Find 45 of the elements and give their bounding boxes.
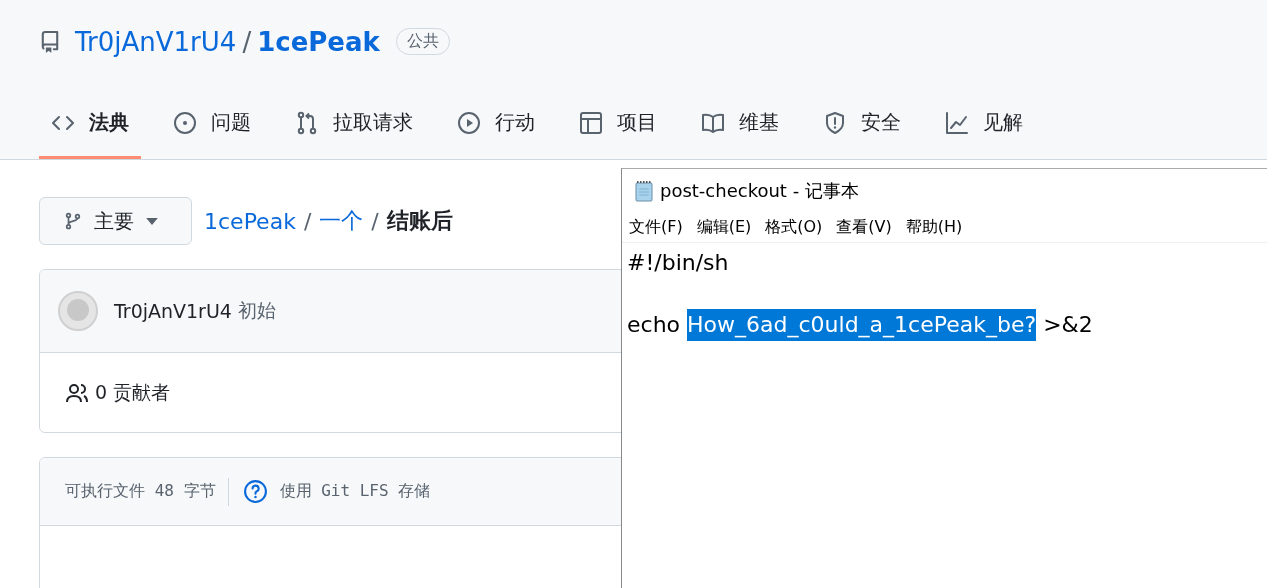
menu-item[interactable]: 文件(F) (629, 216, 683, 238)
lfs-note: 使用 Git LFS 存储 (279, 481, 431, 502)
menu-item[interactable]: 查看(V) (836, 216, 892, 238)
people-icon (65, 382, 89, 403)
path-separator: / (303, 208, 312, 234)
repo-tab[interactable]: 维基 (689, 89, 791, 159)
branch-icon (64, 212, 82, 230)
owner-link[interactable]: Tr0jAnV1rU4 (75, 26, 237, 57)
repo-tab[interactable]: 法典 (39, 89, 141, 159)
branch-button[interactable]: 主要 (39, 197, 192, 245)
file-name: 结账后 (386, 207, 453, 235)
repo-tab[interactable]: 拉取请求 (283, 89, 425, 159)
commit-author[interactable]: Tr0jAnV1rU4 (114, 300, 232, 322)
text-line: #!/bin/sh (627, 249, 729, 277)
path-separator: / (371, 208, 379, 234)
shield-icon (823, 110, 847, 135)
repo-tab[interactable]: 见解 (933, 89, 1035, 159)
circle-dot-icon (173, 110, 197, 135)
file-info: 可执行文件 48 字节 (65, 481, 216, 502)
avatar (58, 291, 98, 331)
selected-text: How_6ad_c0uld_a_1cePeak_be? (687, 309, 1037, 341)
repo-tab[interactable]: 行动 (445, 89, 547, 159)
play-icon (457, 110, 481, 135)
text-line: echo (627, 311, 681, 339)
table-icon (579, 110, 603, 135)
repo-icon (39, 30, 61, 53)
text-line: >&2 (1043, 311, 1093, 339)
menu-item[interactable]: 格式(O) (765, 216, 823, 238)
graph-icon (945, 110, 969, 135)
repo-tab[interactable]: 问题 (161, 89, 263, 159)
pull-request-icon (295, 110, 319, 135)
path-separator: / (242, 26, 252, 57)
repo-tab[interactable]: 安全 (811, 89, 913, 159)
repo-name-link[interactable]: 1cePeak (257, 26, 380, 57)
window-title: post-checkout - 记事本 (660, 178, 859, 203)
help-icon (242, 479, 268, 504)
contributors-count[interactable]: 0 贡献者 (95, 379, 171, 406)
breadcrumb-link[interactable]: 一个 (319, 206, 364, 236)
menu-item[interactable]: 编辑(E) (696, 216, 752, 238)
commit-message: 初始 (237, 298, 276, 323)
repo-tab[interactable]: 项目 (567, 89, 669, 159)
notepad-icon (634, 179, 654, 202)
caret-icon (146, 217, 158, 225)
breadcrumb-link[interactable]: 1cePeak (204, 208, 296, 234)
menu-item[interactable]: 帮助(H) (905, 216, 963, 238)
